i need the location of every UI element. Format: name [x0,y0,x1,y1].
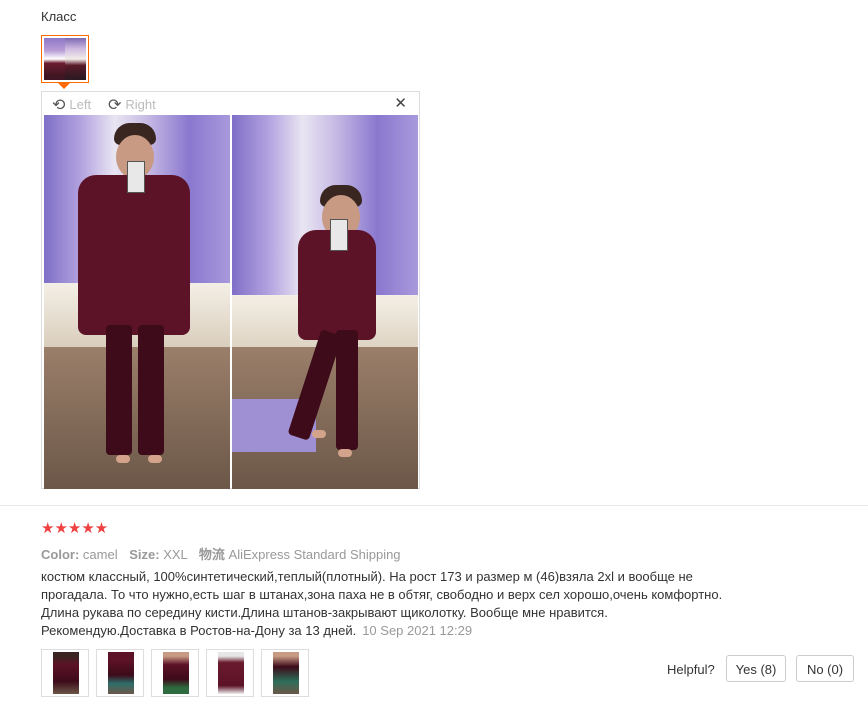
viewer-toolbar: ⟲ Left ⟳ Right ✕ [42,92,419,114]
thumbnail-image [163,652,189,694]
thumbnail-photo-left [44,38,65,80]
review-photo-large-left [44,115,230,489]
review-thumbnail[interactable] [151,649,199,697]
helpful-no-button[interactable]: No (0) [796,655,854,682]
image-viewer: ⟲ Left ⟳ Right ✕ [41,91,420,489]
close-icon[interactable]: ✕ [394,94,407,112]
thumbnail-image [53,652,79,694]
review-thumbnail[interactable] [261,649,309,697]
review-title: Класс [41,9,77,24]
size-value: XXL [163,547,188,562]
rotate-left-label: Left [69,97,92,112]
rotate-right-button[interactable]: ⟳ Right [108,95,156,115]
review-thumbnail[interactable] [96,649,144,697]
shipping-label: 物流 [198,547,225,562]
thumbnail-image [273,652,299,694]
review-text-line-final: Рекомендую.Доставка в Ростов-на-Дону за … [41,623,357,638]
review-date: 10 Sep 2021 12:29 [362,623,473,638]
review-thumbnail[interactable] [206,649,254,697]
review-text-line-last: Рекомендую.Доставка в Ростов-на-Дону за … [41,622,801,640]
helpful-label: Helpful? [667,662,715,677]
shipping-value: AliExpress Standard Shipping [228,547,401,562]
helpful-yes-button[interactable]: Yes (8) [726,655,786,682]
rotate-right-icon: ⟳ [108,97,122,114]
thumbnail-image [218,652,244,694]
size-label: Size: [129,547,160,562]
section-divider [0,505,868,506]
thumbnail-image [108,652,134,694]
review-text-line: костюм классный, 100%синтетический,теплы… [41,569,693,584]
rotate-right-label: Right [125,97,156,112]
review-photo-large-right [232,115,418,489]
review-text: костюм классный, 100%синтетический,теплы… [41,568,801,640]
review-photo-thumbnail-active[interactable] [41,35,89,83]
rotate-left-icon: ⟲ [52,97,66,114]
color-value: camel [82,547,118,562]
active-thumbnail-caret [58,83,70,89]
review-meta: Color: camel Size: XXL 物流 AliExpress Sta… [41,544,401,563]
review-thumbnail[interactable] [41,649,89,697]
rotate-left-button[interactable]: ⟲ Left [52,95,91,115]
rating-stars: ★★★★★ [41,520,109,537]
review-text-line: прогадала. То что нужно,есть шаг в штана… [41,587,723,602]
color-label: Color: [41,547,80,562]
review-text-line: Длина рукава по середину кисти.Длина шта… [41,605,608,620]
thumbnail-photo-right [65,38,86,80]
